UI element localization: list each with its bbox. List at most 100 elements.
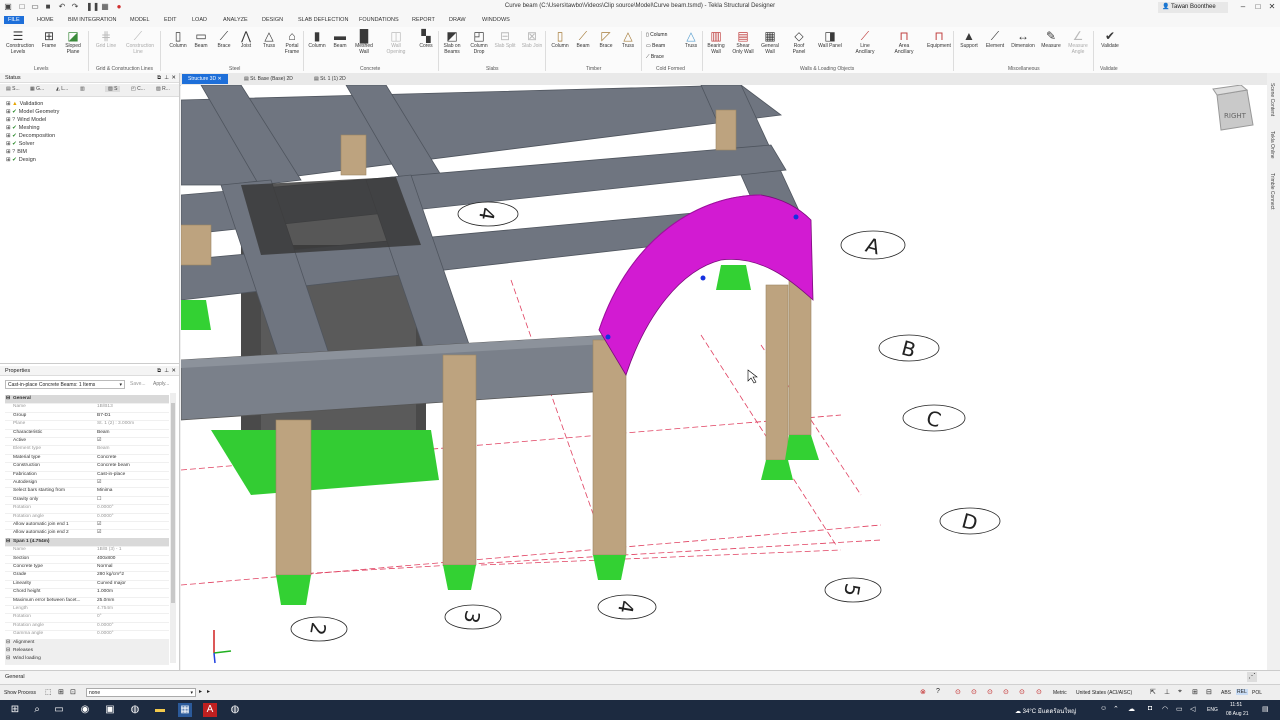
close-icon[interactable]: ✕ <box>171 366 176 376</box>
close-icon[interactable]: ✕ <box>171 73 176 83</box>
roof-panel-button[interactable]: ◇ Roof Panel <box>787 30 811 55</box>
tree-item-validation[interactable]: ⊞ ▲ Validation <box>6 101 43 107</box>
expand-icon[interactable]: ⊞ <box>6 109 11 115</box>
snap-perpendicular-icon[interactable]: ⊙ <box>1019 688 1025 696</box>
tree-item-meshing[interactable]: ⊞ ✔ Meshing <box>6 125 40 131</box>
expand-icon[interactable]: ⊞ <box>6 157 11 163</box>
tree-item-solver[interactable]: ⊞ ✔ Solver <box>6 141 34 147</box>
concrete-beam-button[interactable]: ▬ Beam <box>328 30 352 50</box>
maximize-icon[interactable]: □ <box>1253 2 1263 12</box>
structure-3d-viewport[interactable]: A B C D 2 3 4 5 4 RIGHT <box>181 85 1267 670</box>
tab-content[interactable]: ◰ C... <box>131 86 145 92</box>
tree-item-wind-model[interactable]: ⊞ ? Wind Model <box>6 117 46 123</box>
battery-icon[interactable]: ▭ <box>1176 705 1183 713</box>
tab-foundations[interactable]: FOUNDATIONS <box>359 17 399 23</box>
timber-beam-button[interactable]: ⟋ Beam <box>571 30 595 50</box>
expand-icon[interactable]: ⊞ <box>6 101 11 107</box>
tree-item-model-geometry[interactable]: ⊞ ✔ Model Geometry <box>6 109 59 115</box>
selection-dropdown[interactable]: Cast-in-place Concrete Beams: 1 Items ▾ <box>5 380 125 389</box>
slab-on-beams-button[interactable]: ◩ Slab on Beams <box>440 30 464 55</box>
search-icon[interactable]: ⌕ <box>30 703 44 717</box>
store-icon[interactable]: ▣ <box>103 703 117 717</box>
tree-item-bim[interactable]: ⊞ ? BIM <box>6 149 27 155</box>
tab-status[interactable]: ▤ S... <box>6 86 20 92</box>
chrome-icon-2[interactable]: ◍ <box>228 703 242 717</box>
snap-endpoint-icon[interactable]: ⊙ <box>955 688 961 696</box>
validate-button[interactable]: ✔ Validate <box>1098 30 1122 50</box>
expand-icon[interactable]: ⊞ <box>6 149 11 155</box>
tab-scene[interactable]: ▧ S <box>105 86 121 92</box>
property-row[interactable]: ⊟ Wind loading <box>5 655 169 665</box>
tab-structure-3d[interactable]: Structure 3D ✕ <box>182 74 228 84</box>
polar-icon[interactable]: ⌖ <box>1178 688 1182 696</box>
grid-snap-icon[interactable]: ⊡ <box>70 688 76 696</box>
slab-panel[interactable] <box>241 177 421 255</box>
pin-icon[interactable]: ⊥ <box>164 73 169 83</box>
abs-toggle[interactable]: ABS <box>1221 690 1231 696</box>
new-file-icon[interactable]: □ <box>18 3 26 11</box>
expand-icon[interactable]: ⊟ <box>6 538 10 546</box>
steel-brace-button[interactable]: ⟋ Brace <box>212 30 236 50</box>
steel-column-button[interactable]: ▯ Column <box>166 30 190 50</box>
general-label[interactable]: General <box>5 674 25 680</box>
process-combo[interactable]: none ▾ <box>86 688 196 697</box>
tekla-online-tab[interactable]: Tekla Online <box>1269 131 1275 159</box>
grid-line-button[interactable]: ⋕ Grid Line <box>94 30 118 50</box>
tab-windows[interactable]: WINDOWS <box>482 17 510 23</box>
wall-panel-button[interactable]: ◨ Wall Panel <box>818 30 842 50</box>
cold-formed-brace-button[interactable]: ⟋ Brace <box>646 52 667 63</box>
frame-button[interactable]: ⊞ Frame <box>37 30 61 50</box>
tree-item-design[interactable]: ⊞ ✔ Design <box>6 157 36 163</box>
wall-opening-button[interactable]: ◫ Wall Opening <box>384 30 408 55</box>
shear-only-wall-button[interactable]: ▤ Shear Only Wall <box>731 30 755 55</box>
dimension-button[interactable]: ↔ Dimension <box>1011 30 1035 50</box>
concrete-column-button[interactable]: ▮ Column <box>305 30 329 50</box>
redo-icon[interactable]: ↷ <box>71 3 79 11</box>
property-value[interactable]: 25.0mm <box>97 597 114 605</box>
property-value[interactable]: Concrete <box>97 454 116 462</box>
properties-scrollbar[interactable] <box>170 393 176 663</box>
expand-icon[interactable]: ⊟ <box>6 655 10 663</box>
select-icon[interactable]: ⬚ <box>45 688 52 696</box>
expand-icon[interactable]: ⊟ <box>6 647 10 655</box>
expand-icon[interactable]: ⊞ <box>6 125 11 131</box>
tab-groups[interactable]: ▦ G... <box>30 86 44 92</box>
property-value[interactable]: ☑ <box>97 479 101 487</box>
expand-icon[interactable]: ⊞ <box>6 141 11 147</box>
expand-icon[interactable]: ⊞ <box>6 117 11 123</box>
snap-grid-icon[interactable]: ⊙ <box>1036 688 1042 696</box>
snap-midpoint-icon[interactable]: ⊙ <box>971 688 977 696</box>
tab-slab-deflection[interactable]: SLAB DEFLECTION <box>298 17 348 23</box>
clock-time[interactable]: 11:51 <box>1230 702 1242 708</box>
steel-truss-button[interactable]: △ Truss <box>257 30 281 50</box>
units-label[interactable]: Metric <box>1053 690 1067 696</box>
tab-edit[interactable]: EDIT <box>164 17 177 23</box>
pause-icon[interactable]: ❚❚ <box>86 3 99 11</box>
cold-formed-beam-button[interactable]: ▭ Beam <box>646 41 667 52</box>
stop-icon[interactable]: ▸ <box>207 688 210 695</box>
filter-icon[interactable]: ⊞ <box>58 688 64 696</box>
portal-frame-button[interactable]: ⌂ Portal Frame <box>280 30 304 55</box>
pin-icon[interactable]: ⊥ <box>164 366 169 376</box>
steel-beam-button[interactable]: ▭ Beam <box>189 30 213 50</box>
tab-draw[interactable]: DRAW <box>449 17 466 23</box>
network-icon[interactable]: ◘ <box>1148 705 1152 712</box>
tab-loading[interactable]: ◭ L... <box>56 86 68 92</box>
open-file-icon[interactable]: ▭ <box>31 3 39 11</box>
grid-icon[interactable]: ▦ <box>101 3 109 11</box>
property-value[interactable]: 1.000m <box>97 588 113 596</box>
timber-column-button[interactable]: ▯ Column <box>548 30 572 50</box>
column-drop-button[interactable]: ◰ Column Drop <box>467 30 491 55</box>
float-icon[interactable]: ⧉ <box>157 366 161 376</box>
rel-toggle[interactable]: REL <box>1236 689 1248 695</box>
acrobat-icon[interactable]: A <box>203 703 217 717</box>
tab-report[interactable]: REPORT <box>412 17 435 23</box>
maps-icon[interactable]: ◉ <box>78 703 92 717</box>
expand-icon[interactable]: ⊟ <box>6 395 10 403</box>
close-icon[interactable]: ✕ <box>217 76 221 82</box>
property-value[interactable]: Normal <box>97 563 112 571</box>
snap-nearest-icon[interactable]: ⊙ <box>1003 688 1009 696</box>
play-icon[interactable]: ▸ <box>199 688 202 695</box>
property-value[interactable]: Cast-in-place <box>97 471 125 479</box>
slab-split-button[interactable]: ⊟ Slab Split <box>493 30 517 50</box>
